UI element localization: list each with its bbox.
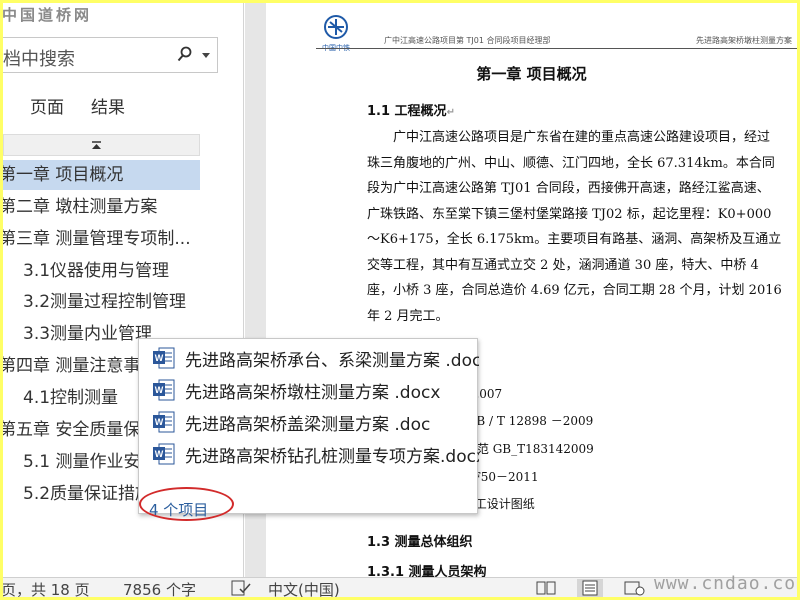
page-count[interactable]: 页，共 18 页 — [3, 579, 90, 597]
print-layout-button[interactable] — [577, 579, 603, 597]
file-item[interactable]: W 先进路高架桥钻孔桩测量专项方案.docx — [153, 440, 479, 468]
file-item[interactable]: W 先进路高架桥墩柱测量方案 .docx — [153, 376, 479, 404]
collapse-all-button[interactable] — [3, 134, 200, 156]
proofing-icon[interactable] — [231, 580, 251, 596]
word-count[interactable]: 7856 个字 — [123, 579, 196, 597]
svg-text:W: W — [155, 417, 164, 427]
web-layout-icon — [624, 581, 645, 596]
header-left-text: 广中江高速公路项目第 TJ01 合同段项目经理部 — [384, 36, 551, 45]
nav-heading-ch3[interactable]: 第三章 测量管理专项制... — [3, 224, 200, 254]
chevron-down-icon[interactable] — [202, 53, 210, 59]
section-1-1-text: 1.1 工程概况 — [367, 104, 447, 119]
file-name: 先进路高架桥盖梁测量方案 .doc — [185, 415, 431, 435]
language-indicator[interactable]: 中文(中国) — [268, 579, 340, 597]
crec-logo-icon: 中国中铁 — [322, 15, 350, 52]
tab-pages[interactable]: 页面 — [30, 93, 64, 118]
word-doc-icon: W — [153, 411, 175, 433]
overview-paragraph: 广中江高速公路项目是广东省在建的重点高速公路建设项目，经过珠三角腹地的广州、中山… — [367, 130, 782, 324]
file-name: 先进路高架桥承台、系梁测量方案 .docx — [185, 351, 479, 371]
file-tooltip-popup[interactable]: W 先进路高架桥承台、系梁测量方案 .docx W 先进路高架桥墩柱测量方案 .… — [138, 338, 479, 521]
search-icon[interactable] — [177, 46, 193, 64]
tab-results[interactable]: 结果 — [91, 93, 125, 118]
file-name: 先进路高架桥钻孔桩测量专项方案.docx — [185, 447, 479, 467]
status-bar: 页，共 18 页 7856 个字 中文(中国) www.cndao.com — [3, 573, 797, 597]
nav-heading-3-2[interactable]: 3.2测量过程控制管理 — [3, 287, 200, 317]
word-window: 中国道桥网 档中搜索 页面 结果 第一章 项目概况 第二章 墩柱测量方案 第三章 — [3, 3, 797, 597]
chapter-title: 第一章 项目概况 — [476, 65, 587, 83]
read-mode-button[interactable] — [533, 579, 559, 597]
nav-search-input[interactable]: 档中搜索 — [3, 37, 218, 73]
read-mode-icon — [536, 581, 556, 595]
item-count-label: 4 个项目 — [149, 501, 209, 519]
web-layout-button[interactable] — [621, 579, 647, 597]
word-doc-icon: W — [153, 443, 175, 465]
section-1-3-heading: 1.3 测量总体组织 — [367, 535, 473, 550]
collapse-up-icon — [92, 141, 101, 149]
search-placeholder: 档中搜索 — [3, 49, 75, 70]
watermark-bottom: www.cndao.com — [654, 573, 797, 594]
section-1-1-heading: 1.1 工程概况↵ — [367, 100, 455, 119]
print-layout-icon — [582, 580, 598, 596]
file-item[interactable]: W 先进路高架桥承台、系梁测量方案 .docx — [153, 344, 479, 372]
file-name: 先进路高架桥墩柱测量方案 .docx — [185, 383, 441, 403]
word-doc-icon: W — [153, 347, 175, 369]
nav-heading-ch1[interactable]: 第一章 项目概况 — [3, 160, 200, 190]
word-doc-icon: W — [153, 379, 175, 401]
header-divider — [316, 48, 797, 49]
header-right-text: 先进路高架桥墩柱测量方案 — [696, 36, 792, 45]
svg-text:W: W — [155, 353, 164, 363]
nav-heading-ch2[interactable]: 第二章 墩柱测量方案 — [3, 192, 200, 222]
nav-heading-3-1[interactable]: 3.1仪器使用与管理 — [3, 256, 200, 286]
watermark-top: 中国道桥网 — [3, 6, 93, 24]
svg-text:W: W — [155, 385, 164, 395]
svg-text:W: W — [155, 449, 164, 459]
paragraph-mark: ↵ — [446, 107, 455, 118]
file-item[interactable]: W 先进路高架桥盖梁测量方案 .doc — [153, 408, 479, 436]
